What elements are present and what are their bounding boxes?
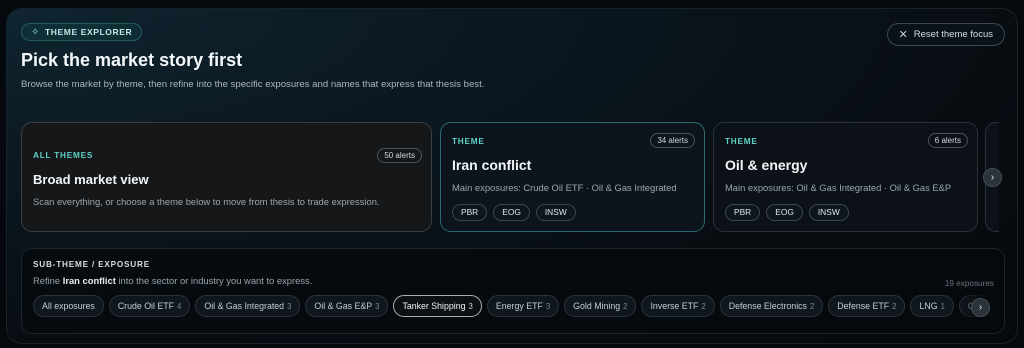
ticker-chip[interactable]: EOG <box>766 204 803 221</box>
theme-explorer-panel: ✧ THEME EXPLORER ✕ Reset theme focus Pic… <box>6 8 1018 344</box>
exposure-chip-label: Tanker Shipping <box>402 301 466 311</box>
ticker-chip[interactable]: PBR <box>452 204 488 221</box>
exposure-chip-label: Defense ETF <box>837 301 890 311</box>
exposure-chip-count: 3 <box>287 302 292 311</box>
exposure-chip-count: 2 <box>623 302 628 311</box>
exposure-chip-label: Inverse ETF <box>650 301 699 311</box>
exposure-chip[interactable]: LNG 1 <box>910 295 954 317</box>
ticker-list: PBR EOG INSW <box>725 204 849 221</box>
exposure-scroll-right-button[interactable]: › <box>971 298 990 317</box>
close-icon: ✕ <box>898 29 908 41</box>
theme-card-all[interactable]: ALL THEMES 50 alerts Broad market view S… <box>21 122 432 232</box>
ticker-list: PBR EOG INSW <box>452 204 576 221</box>
exposure-chip[interactable]: Defense ETF 2 <box>828 295 906 317</box>
theme-card-kicker: THEME <box>452 137 485 146</box>
theme-card-description: Main exposures: Crude Oil ETF · Oil & Ga… <box>452 182 677 193</box>
exposure-chip-label: Defense Electronics <box>728 301 807 311</box>
exposure-chip-count: 3 <box>468 302 473 311</box>
page-subtitle: Browse the market by theme, then refine … <box>21 79 485 90</box>
theme-card-title: Broad market view <box>33 172 149 187</box>
ticker-chip[interactable]: INSW <box>808 204 849 221</box>
theme-card-kicker: ALL THEMES <box>33 151 94 160</box>
exposure-chip[interactable]: Oil & Gas E&P 3 <box>305 295 389 317</box>
exposure-chip-label: Oil & Gas E&P <box>314 301 373 311</box>
exposure-chip[interactable]: Defense Electronics 2 <box>719 295 824 317</box>
exposure-chip-count: 2 <box>809 302 815 311</box>
exposure-count: 19 exposures <box>944 279 994 288</box>
page-title: Pick the market story first <box>21 50 243 70</box>
theme-explorer-tag: ✧ THEME EXPLORER <box>21 23 143 41</box>
exposure-chip-label: Oil & Gas Integrated <box>204 301 285 311</box>
subtheme-kicker: SUB-THEME / EXPOSURE <box>33 260 150 269</box>
chevron-right-icon: › <box>990 172 995 183</box>
theme-scroll-right-button[interactable]: › <box>983 168 1002 187</box>
exposure-chip[interactable]: All exposures <box>33 295 104 317</box>
exposure-chip-count: 3 <box>375 302 380 311</box>
chevron-right-icon: › <box>978 302 983 313</box>
exposure-chip[interactable]: Tanker Shipping 3 <box>393 295 482 317</box>
theme-explorer-tag-label: THEME EXPLORER <box>44 27 133 37</box>
alert-count-badge: 50 alerts <box>377 148 422 163</box>
exposure-chip-count: 2 <box>701 302 706 311</box>
exposure-chip-label: All exposures <box>42 301 95 311</box>
exposure-chip[interactable]: Energy ETF 3 <box>486 295 560 317</box>
subtheme-panel: SUB-THEME / EXPOSURE Refine Iran conflic… <box>21 248 1005 334</box>
ticker-chip[interactable]: PBR <box>725 204 761 221</box>
subtheme-desc-prefix: Refine <box>33 275 63 286</box>
exposure-chip-label: Gold Mining <box>573 301 621 311</box>
reset-theme-focus-label: Reset theme focus <box>913 29 993 40</box>
subtheme-description: Refine Iran conflict into the sector or … <box>33 275 312 286</box>
alert-count-badge: 6 alerts <box>927 133 968 148</box>
exposure-chip[interactable]: Gold Mining 2 <box>564 295 637 317</box>
exposure-chip[interactable]: Inverse ETF 2 <box>641 295 715 317</box>
exposure-chip-label: Energy ETF <box>495 301 543 311</box>
theme-card-description: Main exposures: Oil & Gas Integrated · O… <box>725 182 952 193</box>
theme-card-title: Iran conflict <box>452 157 532 173</box>
theme-card-description: Scan everything, or choose a theme below… <box>33 196 380 207</box>
subtheme-focus-theme: Iran conflict <box>62 275 116 286</box>
exposure-chip-count: 1 <box>940 302 945 311</box>
reset-theme-focus-button[interactable]: ✕ Reset theme focus <box>886 23 1005 46</box>
exposure-chip-label: Crude Oil ETF <box>117 301 175 311</box>
theme-card-iran-conflict[interactable]: THEME 34 alerts Iran conflict Main expos… <box>440 122 705 232</box>
theme-card-title: Oil & energy <box>725 157 808 173</box>
exposure-chip[interactable]: Oil & Gas Integrated 3 <box>195 295 301 317</box>
exposure-chip-list: All exposures Crude Oil ETF 4 Oil & Gas Int… <box>33 295 993 319</box>
ticker-chip[interactable]: INSW <box>535 204 576 221</box>
exposure-chip[interactable]: Crude Oil ETF 4 <box>108 295 191 317</box>
exposure-chip-count: 3 <box>545 302 551 311</box>
sparkle-icon: ✧ <box>31 26 40 38</box>
exposure-chip-label: LNG <box>919 301 938 311</box>
exposure-chip-count: 2 <box>892 302 897 311</box>
exposure-chip-count: 4 <box>177 302 182 311</box>
theme-card-kicker: THEME <box>725 137 758 146</box>
subtheme-desc-suffix: into the sector or industry you want to … <box>115 275 313 286</box>
alert-count-badge: 34 alerts <box>650 133 695 148</box>
theme-card-oil-energy[interactable]: THEME 6 alerts Oil & energy Main exposur… <box>713 122 978 232</box>
ticker-chip[interactable]: EOG <box>493 204 530 221</box>
